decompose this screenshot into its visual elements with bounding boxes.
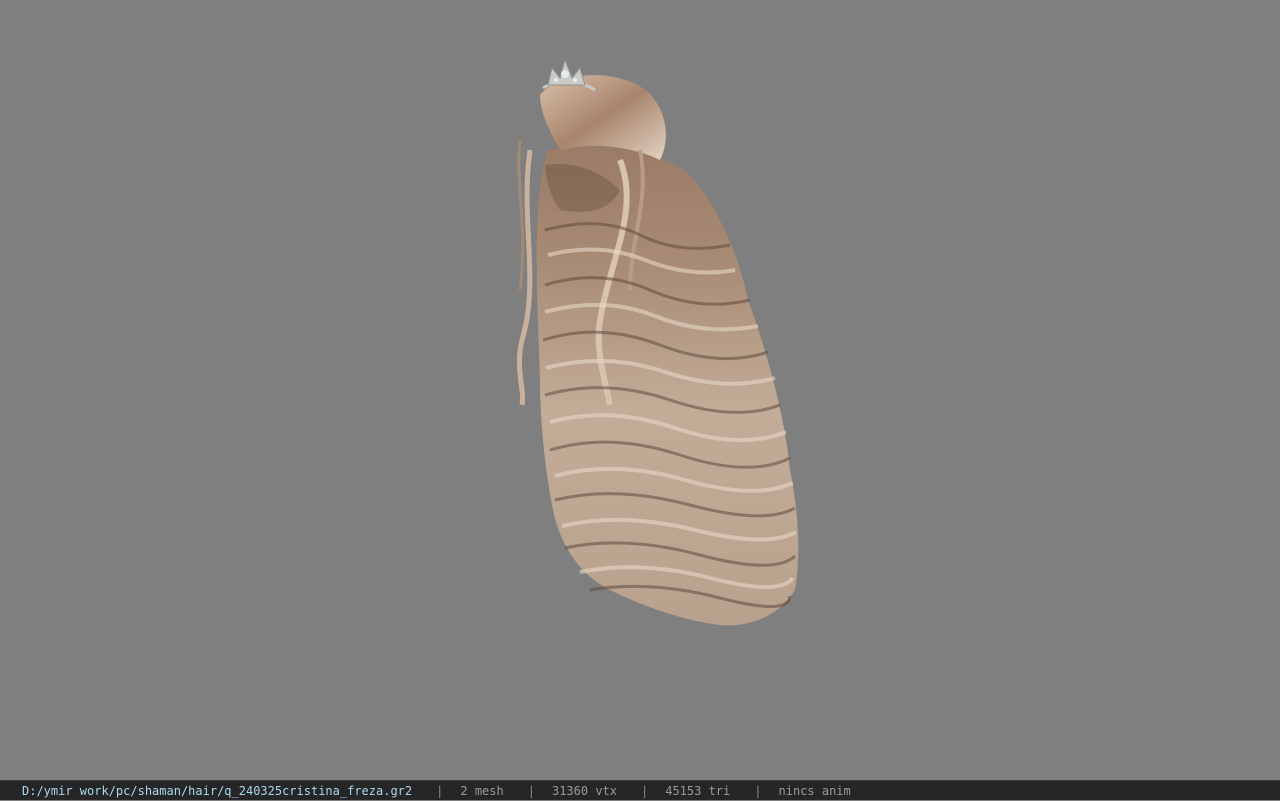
file-path: D:/ymir work/pc/shaman/hair/q_240325cris… [22, 784, 413, 798]
vertex-count: 31360 vtx [551, 784, 617, 798]
separator: | [436, 784, 444, 798]
separator: | [754, 784, 762, 798]
3d-viewport[interactable] [0, 0, 1280, 780]
triangle-count: 45153 tri [665, 784, 731, 798]
status-bar: D:/ymir work/pc/shaman/hair/q_240325cris… [0, 780, 1280, 800]
hair-side-strand-left-2 [517, 139, 525, 291]
separator: | [641, 784, 649, 798]
hair-body [536, 146, 799, 626]
mesh-count: 2 mesh [460, 784, 504, 798]
tiara-icon [542, 58, 596, 92]
hair-model-render [517, 58, 799, 626]
separator: | [527, 784, 535, 798]
animation-status: nincs anim [778, 784, 851, 798]
